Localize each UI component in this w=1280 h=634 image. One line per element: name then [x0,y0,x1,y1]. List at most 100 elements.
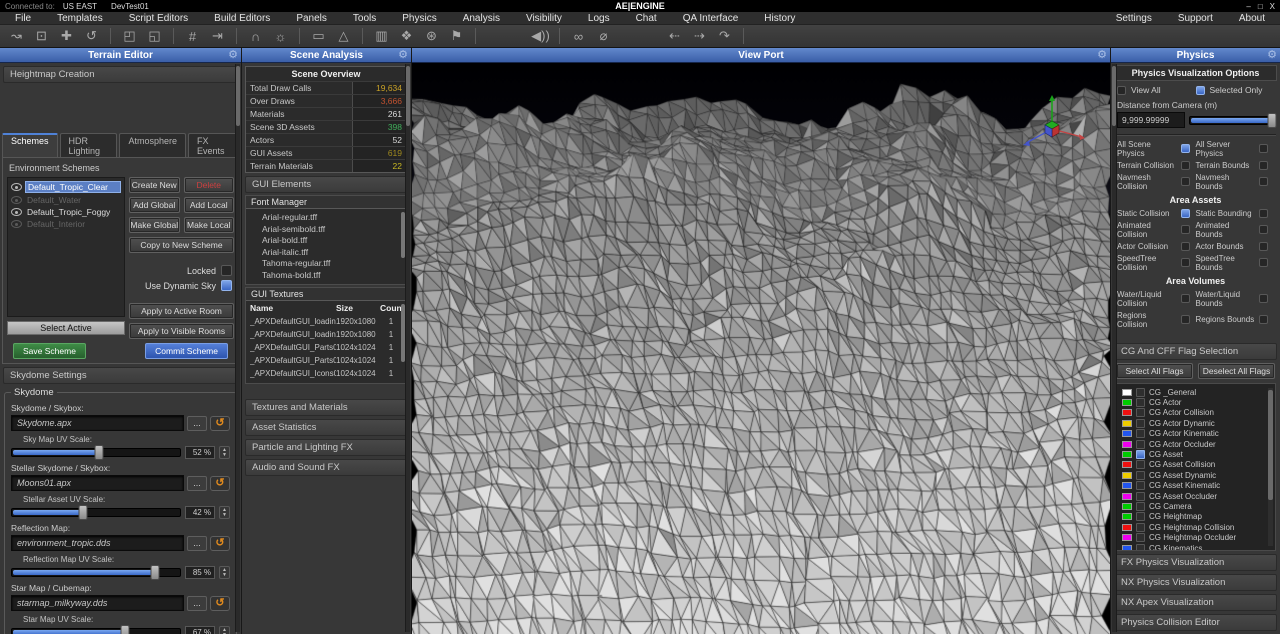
viewport-3d-view[interactable] [412,63,1110,634]
collapsed-section[interactable]: Asset Statistics [245,419,408,436]
flag-checkbox[interactable] [1136,429,1145,438]
browse-button[interactable]: ... [187,536,207,551]
cg-flag-row[interactable]: CG Actor [1122,397,1263,407]
apply-to-active-room-button[interactable]: Apply to Active Room [129,303,234,319]
scheme-list-item[interactable]: Default_Water [9,194,123,206]
collapsed-section[interactable]: Textures and Materials [245,399,408,416]
menu-item[interactable]: Physics [389,13,449,24]
checkbox[interactable] [1259,209,1268,218]
view-all-checkbox[interactable] [1117,86,1126,95]
scheme-list-item[interactable]: Default_Tropic_Clear [9,180,123,194]
eye-icon[interactable] [11,220,22,228]
marquee-select-icon[interactable]: ⊡ [29,26,54,46]
physics-header[interactable]: Physics ⚙ [1111,48,1280,63]
spinner[interactable]: ▲▼ [219,506,230,519]
save-scheme-button[interactable]: Save Scheme [13,343,86,359]
move-icon[interactable]: ✚ [54,26,79,46]
font-list-item[interactable]: Tahoma-bold.tff [262,270,398,282]
eye-icon[interactable] [11,183,22,191]
selected-only-checkbox[interactable] [1196,86,1205,95]
texture-table-row[interactable]: _APXDefaultGUI_Parts02 1024x1024 1 [250,354,402,367]
checkbox[interactable] [1181,294,1190,303]
select-active-button[interactable]: Select Active [7,321,125,335]
tab[interactable]: Atmosphere [119,133,186,157]
flag-checkbox[interactable] [1136,533,1145,542]
cg-flag-row[interactable]: CG Asset Kinematic [1122,481,1263,491]
menu-item[interactable]: Panels [283,13,340,24]
scrollbar[interactable] [1112,64,1117,632]
grid-snap-icon[interactable]: # [180,26,205,46]
gear-icon[interactable]: ⚙ [1097,48,1107,61]
checkbox[interactable] [1259,225,1268,234]
close-button[interactable]: X [1270,2,1275,11]
cg-flag-row[interactable]: CG _General [1122,387,1263,397]
checkbox[interactable] [1181,242,1190,251]
cg-flag-row[interactable]: CG Actor Dynamic [1122,418,1263,428]
flag-checkbox[interactable] [1136,398,1145,407]
browse-button[interactable]: ... [187,476,207,491]
locked-checkbox[interactable] [221,265,232,276]
collapsed-section[interactable]: FX Physics Visualization [1114,554,1277,571]
checkbox[interactable] [1259,144,1268,153]
scheme-list[interactable]: Default_Tropic_Clear Default_Water Defau… [7,177,125,317]
cg-flag-row[interactable]: CG Asset Occluder [1122,491,1263,501]
spinner[interactable]: ▲▼ [219,566,230,579]
flick-gesture-icon[interactable]: ↝ [4,26,29,46]
distance-slider[interactable] [1189,116,1274,125]
browse-button[interactable]: ... [187,416,207,431]
mesh-network-icon[interactable]: ⊛ [419,26,444,46]
menu-item[interactable]: Visibility [513,13,575,24]
checkbox[interactable] [1181,144,1190,153]
gear-icon[interactable]: ⚙ [228,48,238,61]
deselect-all-flags-button[interactable]: Deselect All Flags [1198,363,1275,379]
make-local-button[interactable]: Make Local [184,217,235,233]
flag-checkbox[interactable] [1136,492,1145,501]
slider-handle[interactable] [120,625,129,634]
scene-analysis-header[interactable]: Scene Analysis ⚙ [242,48,411,63]
flag-checkbox[interactable] [1136,419,1145,428]
cg-flag-row[interactable]: CG Asset Collision [1122,460,1263,470]
spinner[interactable]: ▲▼ [219,626,230,634]
slider-handle[interactable] [78,505,87,520]
checkbox[interactable] [1181,315,1190,324]
checkbox[interactable] [1181,258,1190,267]
collapsed-section[interactable]: NX Physics Visualization [1114,574,1277,591]
audio-icon[interactable]: ◀)) [528,26,553,46]
font-list-item[interactable]: Tahoma-regular.tff [262,258,398,270]
gear-icon[interactable]: ⚙ [398,48,408,61]
flag-checkbox[interactable] [1136,450,1145,459]
collapsed-section[interactable]: Physics Collision Editor [1114,614,1277,631]
cg-flag-row[interactable]: CG Asset [1122,449,1263,459]
collapsed-section[interactable]: NX Apex Visualization [1114,594,1277,611]
uv-scale-slider[interactable] [11,508,181,517]
slider-handle[interactable] [1268,113,1277,128]
texture-table-row[interactable]: _APXDefaultGUI_loading02 1920x1080 1 [250,328,402,341]
unlink-icon[interactable]: ⌀ [591,26,616,46]
uv-scale-slider[interactable] [11,568,181,577]
scrollbar[interactable] [1268,388,1273,546]
reset-icon[interactable]: ↺ [210,476,230,491]
menu-item[interactable]: Logs [575,13,623,24]
font-list-item[interactable]: Arial-semibold.tff [262,224,398,236]
flag-checkbox[interactable] [1136,388,1145,397]
delete-button[interactable]: Delete [184,177,235,193]
flag-checkbox[interactable] [1136,471,1145,480]
browse-button[interactable]: ... [187,596,207,611]
flag-checkbox[interactable] [1136,523,1145,532]
select-all-flags-button[interactable]: Select All Flags [1116,363,1193,379]
scheme-list-item[interactable]: Default_Interior [9,218,123,230]
checkbox[interactable] [1181,177,1190,186]
reset-icon[interactable]: ↺ [210,536,230,551]
assets-stack-icon[interactable]: ▥ [369,26,394,46]
file-input[interactable]: environment_tropic.dds [11,535,184,551]
menu-item[interactable]: Settings [1103,13,1165,24]
cg-flag-row[interactable]: CG Heightmap [1122,512,1263,522]
menu-item[interactable]: QA Interface [670,13,752,24]
gui-elements-section[interactable]: GUI Elements [245,176,408,193]
apply-to-visible-rooms-button[interactable]: Apply to Visible Rooms [129,323,234,339]
font-list-item[interactable]: Arial-bold.tff [262,235,398,247]
collapse-align-icon[interactable]: ⇥ [205,26,230,46]
maximize-button[interactable]: □ [1258,2,1263,11]
paint-bucket-icon[interactable]: ▭ [306,26,331,46]
checkbox[interactable] [1259,242,1268,251]
